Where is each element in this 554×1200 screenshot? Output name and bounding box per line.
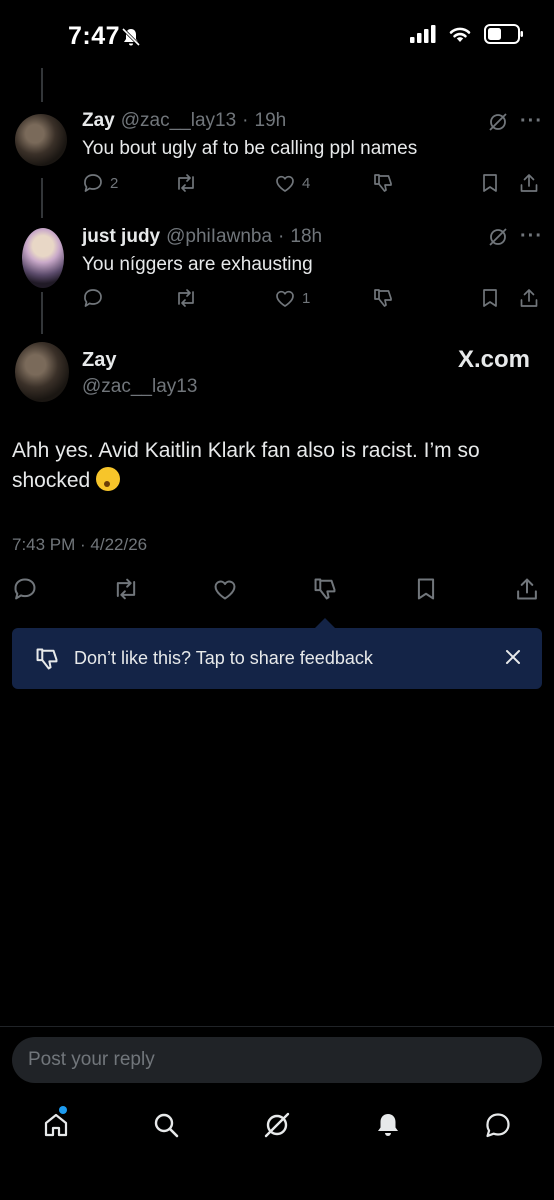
author-handle[interactable]: @zac__lay13 bbox=[121, 110, 236, 132]
tab-grok[interactable] bbox=[262, 1110, 292, 1140]
reply-icon bbox=[14, 578, 36, 600]
tab-bar bbox=[0, 1104, 554, 1148]
signal-icon bbox=[410, 25, 436, 43]
reply-secondary-actions bbox=[480, 287, 540, 309]
author-name[interactable]: Zay bbox=[82, 349, 116, 372]
reply-input[interactable] bbox=[28, 1049, 542, 1071]
repost-icon bbox=[178, 174, 194, 192]
post-time: 19h bbox=[254, 110, 287, 131]
battery-icon bbox=[484, 24, 524, 44]
thumbs-down-icon bbox=[374, 289, 392, 307]
search-icon bbox=[154, 1113, 179, 1138]
like-button[interactable]: 4 bbox=[274, 172, 310, 194]
divider bbox=[0, 1026, 554, 1027]
like-button[interactable] bbox=[212, 576, 238, 602]
thread-line bbox=[41, 178, 43, 218]
like-count: 1 bbox=[302, 289, 311, 307]
bookmark-icon bbox=[417, 578, 435, 600]
dislike-button[interactable] bbox=[312, 576, 338, 602]
like-count: 4 bbox=[302, 174, 311, 192]
dislike-button[interactable] bbox=[372, 172, 394, 194]
share-button[interactable] bbox=[514, 576, 540, 602]
author-handle[interactable]: @zac__lay13 bbox=[82, 376, 197, 398]
avatar[interactable] bbox=[15, 342, 69, 402]
reply-button[interactable] bbox=[12, 576, 38, 602]
author-handle[interactable]: @phiIawnba bbox=[166, 226, 272, 248]
status-time: 7:47 bbox=[68, 22, 121, 50]
post-time: 18h bbox=[290, 226, 323, 247]
bookmark-icon[interactable] bbox=[480, 172, 500, 194]
reply-icon bbox=[84, 289, 102, 307]
reply-button[interactable] bbox=[82, 287, 110, 309]
reply-text: You bout ugly af to be calling ppl names bbox=[82, 138, 418, 159]
thumbs-down-icon bbox=[314, 578, 336, 600]
x-com-watermark: X.com bbox=[457, 346, 530, 373]
post-actions bbox=[0, 576, 554, 604]
grok-icon bbox=[264, 1112, 290, 1138]
repost-button[interactable] bbox=[174, 287, 198, 309]
grok-icon[interactable] bbox=[488, 227, 508, 247]
post-text-content: Ahh yes. Avid Kaitlin Klark fan also is … bbox=[12, 439, 480, 493]
shushing-face-emoji-icon bbox=[96, 467, 121, 492]
repost-button[interactable] bbox=[174, 172, 198, 194]
heart-icon bbox=[276, 175, 294, 192]
thumbs-down-icon bbox=[36, 648, 58, 669]
separator: · bbox=[278, 226, 285, 247]
bookmark-button[interactable] bbox=[414, 576, 438, 602]
post-timestamp: 7:43 PM · 4/22/26 bbox=[12, 535, 148, 554]
reply-actions: 1 bbox=[82, 287, 540, 311]
tab-home[interactable] bbox=[41, 1106, 71, 1140]
share-icon[interactable] bbox=[518, 287, 540, 309]
dislike-button[interactable] bbox=[372, 287, 394, 309]
reply-count: 2 bbox=[110, 174, 119, 192]
repost-button[interactable] bbox=[112, 576, 140, 602]
avatar[interactable] bbox=[15, 114, 67, 166]
more-icon[interactable]: ··· bbox=[520, 225, 543, 248]
thread-line bbox=[41, 68, 43, 102]
reply-text: You níggers are exhausting bbox=[82, 254, 313, 275]
share-icon bbox=[517, 578, 537, 600]
tab-search[interactable] bbox=[151, 1110, 181, 1140]
reply-header: just judy @phiIawnba · 18h bbox=[82, 226, 322, 248]
author-name[interactable]: Zay bbox=[82, 110, 115, 132]
like-button[interactable]: 1 bbox=[274, 287, 310, 309]
thumbs-down-icon bbox=[374, 174, 392, 192]
bookmark-icon[interactable] bbox=[480, 287, 500, 309]
reply-actions: 2 4 bbox=[82, 172, 540, 196]
reply-header: Zay @zac__lay13 · 19h bbox=[82, 110, 417, 132]
avatar[interactable] bbox=[22, 228, 64, 288]
reply-icon bbox=[84, 174, 102, 192]
home-icon bbox=[44, 1113, 68, 1137]
status-indicators bbox=[410, 24, 524, 44]
reply-secondary-actions bbox=[480, 172, 540, 194]
tab-notifications[interactable] bbox=[373, 1110, 403, 1140]
reply-composer[interactable] bbox=[12, 1037, 542, 1083]
repost-icon bbox=[178, 289, 194, 307]
heart-icon bbox=[276, 290, 294, 307]
share-icon[interactable] bbox=[518, 172, 540, 194]
grok-icon[interactable] bbox=[488, 112, 508, 132]
reply-tweet[interactable]: Zay @zac__lay13 · 19h You bout ugly af t… bbox=[82, 110, 417, 160]
tab-messages[interactable] bbox=[483, 1110, 513, 1140]
author-name[interactable]: just judy bbox=[82, 226, 160, 248]
notifications-icon bbox=[378, 1114, 398, 1136]
reply-button[interactable]: 2 bbox=[82, 172, 118, 194]
close-icon[interactable] bbox=[504, 648, 522, 666]
reply-tweet[interactable]: just judy @phiIawnba · 18h You níggers a… bbox=[82, 226, 322, 276]
bell-muted-icon bbox=[121, 27, 141, 47]
messages-icon bbox=[486, 1113, 510, 1138]
notification-dot bbox=[59, 1106, 67, 1114]
more-icon[interactable]: ··· bbox=[520, 110, 543, 133]
feedback-banner[interactable]: Don’t like this? Tap to share feedback bbox=[12, 628, 542, 689]
heart-icon bbox=[214, 580, 236, 600]
separator: · bbox=[242, 110, 249, 131]
post-text: Ahh yes. Avid Kaitlin Klark fan also is … bbox=[12, 436, 542, 497]
feedback-text: Don’t like this? Tap to share feedback bbox=[74, 648, 373, 668]
repost-icon bbox=[116, 578, 136, 600]
wifi-icon bbox=[448, 25, 472, 43]
thread-line bbox=[41, 292, 43, 334]
